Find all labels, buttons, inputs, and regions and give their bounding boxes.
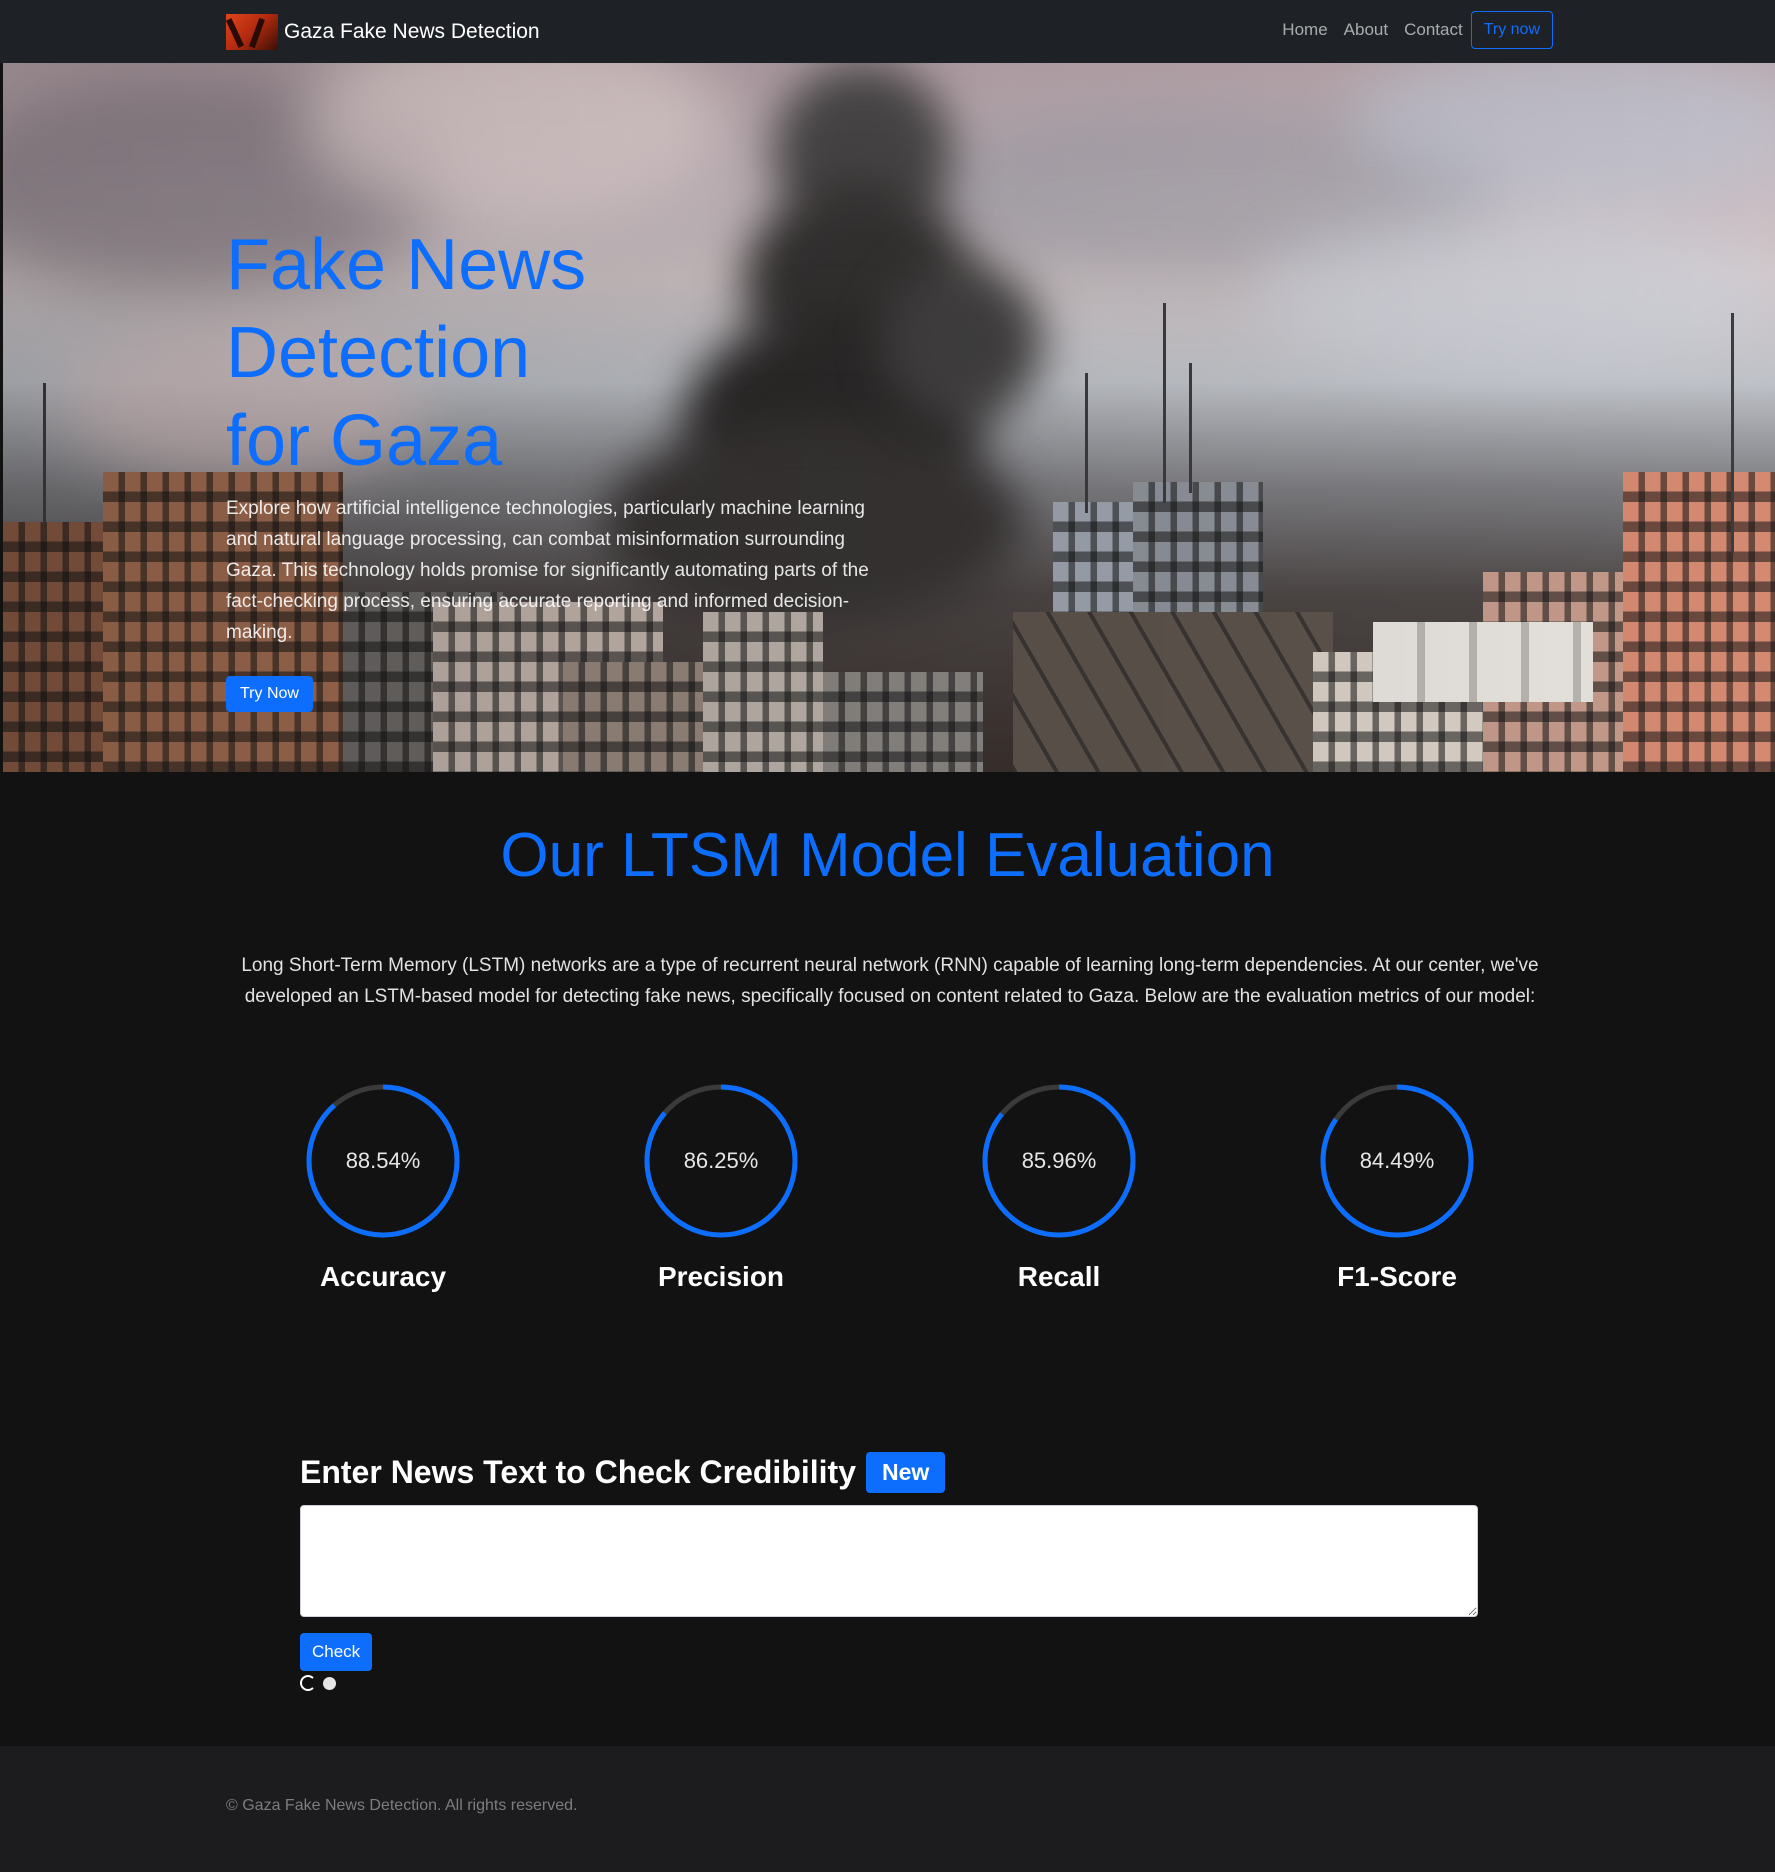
check-button[interactable]: Check <box>300 1633 373 1671</box>
metric-f1-score: 84.49% F1-Score <box>1277 1081 1517 1293</box>
metric-value: 86.25% <box>683 1148 759 1173</box>
nav-link-contact[interactable]: Contact <box>1404 20 1463 40</box>
hero-description: Explore how artificial intelligence tech… <box>226 498 869 643</box>
footer: © Gaza Fake News Detection. All rights r… <box>0 1746 1775 1872</box>
hero-title-line1: Fake News Detection <box>226 225 587 393</box>
evaluation-description: Long Short-Term Memory (LSTM) networks a… <box>241 955 1539 1007</box>
metric-value: 85.96% <box>1021 1148 1097 1173</box>
metric-label: F1-Score <box>1337 1261 1457 1292</box>
try-now-nav-button[interactable]: Try now <box>1470 11 1553 49</box>
metric-label: Precision <box>657 1261 785 1292</box>
loading-dot-icon <box>323 1677 336 1690</box>
metric-precision: 86.25% Precision <box>601 1081 841 1293</box>
metric-accuracy: 88.54% Accuracy <box>263 1081 503 1293</box>
hero-title: Fake News Detection for Gaza <box>226 221 886 485</box>
brand-link[interactable]: Gaza Fake News Detection <box>226 14 540 50</box>
navbar: Gaza Fake News Detection Home About Cont… <box>0 0 1775 63</box>
footer-copyright: © Gaza Fake News Detection. All rights r… <box>226 1797 578 1814</box>
try-now-hero-button[interactable]: Try Now <box>226 676 313 712</box>
check-heading: Enter News Text to Check Credibility New <box>300 1452 946 1493</box>
metric-label: Accuracy <box>319 1261 447 1292</box>
check-title: Enter News Text to Check Credibility <box>300 1454 856 1490</box>
brand-logo-image <box>226 14 278 50</box>
loading-spinner-icon <box>300 1675 316 1691</box>
nav-link-home[interactable]: Home <box>1282 20 1327 40</box>
hero-section: Fake News Detection for Gaza Explore how… <box>3 63 1775 772</box>
metric-label: Recall <box>1017 1261 1101 1292</box>
nav-link-about[interactable]: About <box>1344 20 1388 40</box>
news-text-input[interactable] <box>300 1505 1478 1617</box>
metric-value: 84.49% <box>1359 1148 1435 1173</box>
metric-recall: 85.96% Recall <box>939 1081 1179 1293</box>
hero-title-line2: for Gaza <box>226 401 503 481</box>
metric-value: 88.54% <box>345 1148 421 1173</box>
hero-content: Fake News Detection for Gaza Explore how… <box>226 221 886 712</box>
new-badge: New <box>865 1452 946 1493</box>
nav-links: Home About Contact Try now <box>1266 11 1553 49</box>
brand-title: Gaza Fake News Detection <box>284 20 540 43</box>
evaluation-title: Our LTSM Model Evaluation <box>500 821 1275 890</box>
